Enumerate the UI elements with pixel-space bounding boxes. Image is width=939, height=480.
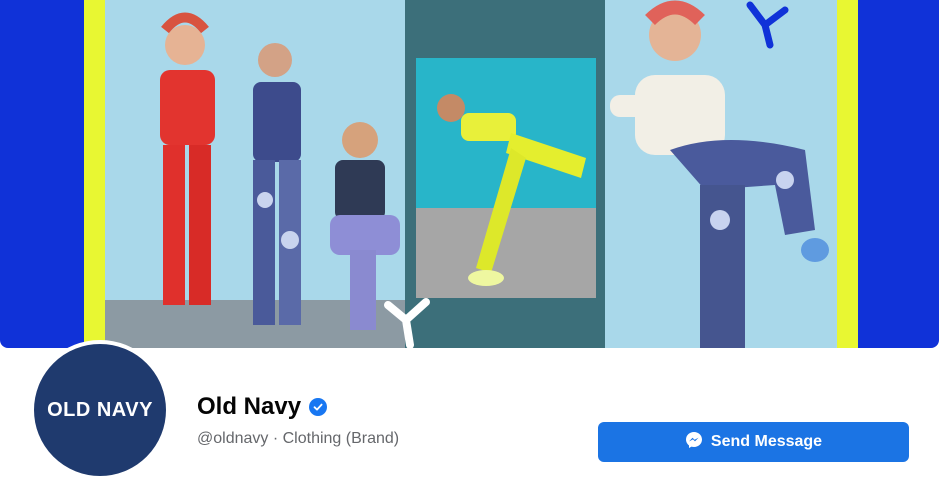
stretching-model-illustration — [416, 94, 596, 298]
avatar-logo-text: OLD NAVY — [47, 398, 153, 421]
page-subtitle: @oldnavy · Clothing (Brand) — [197, 430, 399, 448]
cover-yellow-stripe-left — [84, 0, 105, 348]
messenger-icon — [685, 431, 703, 454]
group-of-models-illustration — [105, 12, 405, 348]
cover-yellow-stripe-right — [837, 0, 858, 348]
send-message-button[interactable]: Send Message — [598, 422, 909, 462]
verified-badge-icon — [309, 398, 328, 416]
profile-avatar[interactable]: OLD NAVY — [30, 340, 170, 480]
send-message-label: Send Message — [710, 433, 823, 450]
page-category-link[interactable]: Clothing (Brand) — [283, 430, 400, 447]
cover-inset-photo — [416, 58, 596, 298]
cover-panel-right — [605, 0, 837, 348]
page-title: Old Navy — [197, 393, 328, 421]
subtitle-separator: · — [268, 430, 283, 447]
cover-photo[interactable] — [0, 0, 939, 348]
page-name-text[interactable]: Old Navy — [197, 393, 301, 421]
brand-arrow-decoration — [384, 298, 430, 348]
cover-panel-left — [105, 0, 405, 348]
page-handle: @oldnavy — [197, 430, 269, 447]
jumping-model-illustration — [610, 0, 829, 348]
